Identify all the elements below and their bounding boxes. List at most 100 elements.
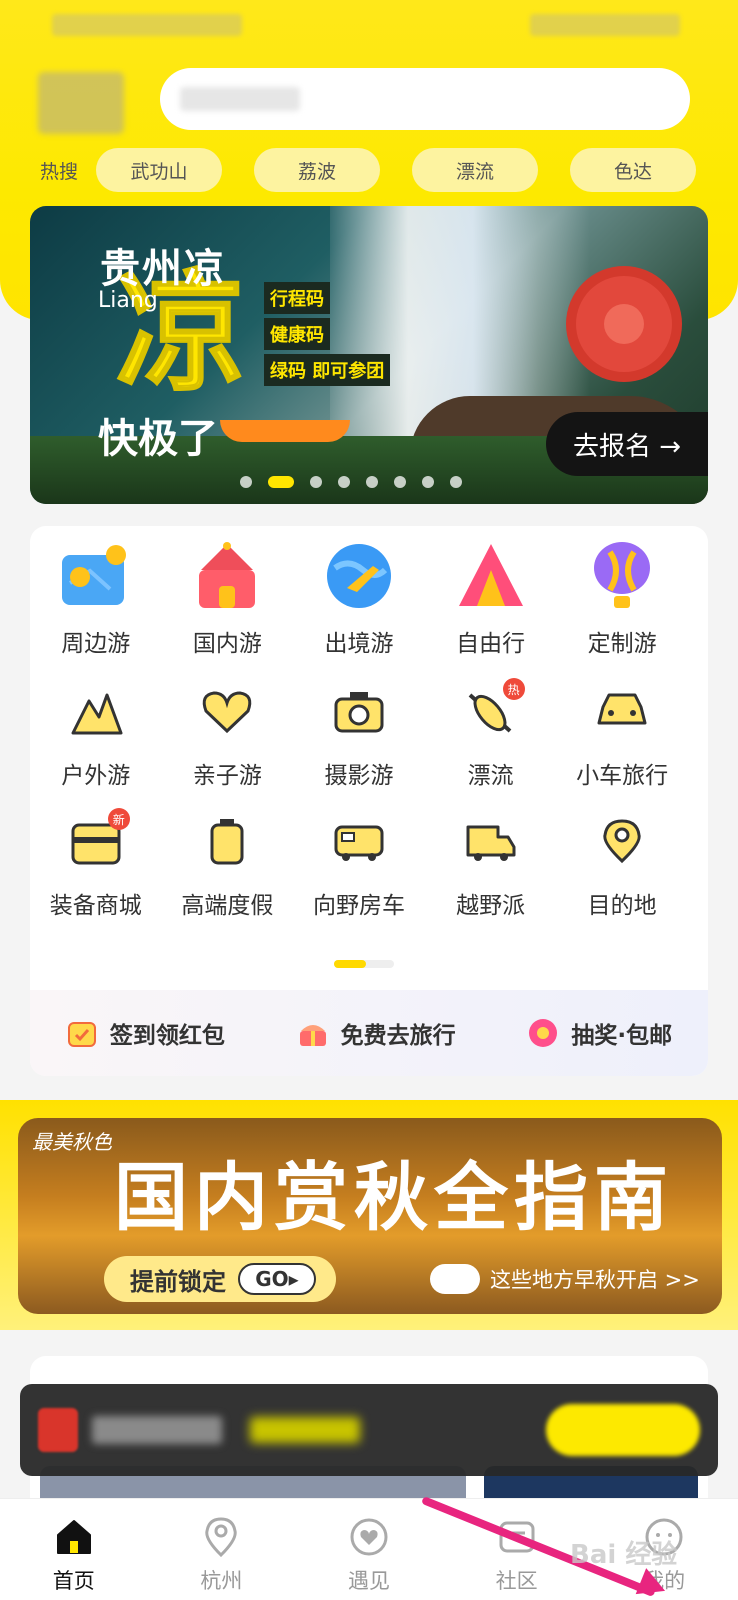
category-label: 户外游 bbox=[61, 763, 131, 789]
carousel-dot[interactable] bbox=[394, 476, 406, 488]
promo-lottery[interactable]: 抽奖·包邮 bbox=[527, 1016, 672, 1050]
category-label: 周边游 bbox=[61, 631, 131, 657]
category-label: 越野派 bbox=[456, 893, 526, 919]
tent-icon bbox=[453, 538, 529, 614]
suitcase-icon bbox=[199, 814, 255, 870]
nav-meet[interactable]: 遇见 bbox=[295, 1499, 443, 1600]
kayak-icon: 热 bbox=[463, 678, 525, 740]
hot-badge: 热 bbox=[502, 678, 525, 700]
category-item[interactable]: 出境游 bbox=[293, 538, 425, 668]
category-label: 目的地 bbox=[587, 893, 657, 919]
search-input[interactable] bbox=[160, 68, 690, 130]
signup-button[interactable]: 去报名 → bbox=[546, 412, 708, 476]
category-item[interactable]: 高端度假 bbox=[162, 798, 294, 928]
banner-tag: 健康码 bbox=[264, 318, 330, 350]
pagoda-icon bbox=[189, 538, 265, 614]
category-item[interactable]: 定制游 bbox=[556, 538, 688, 668]
category-label: 漂流 bbox=[467, 763, 514, 789]
car-icon bbox=[594, 684, 650, 740]
carousel-dot[interactable] bbox=[338, 476, 350, 488]
lock-early-label: 提前锁定 bbox=[130, 1267, 226, 1296]
promo-checkin[interactable]: 签到领红包 bbox=[66, 1016, 225, 1050]
category-item[interactable]: 亲子游 bbox=[162, 668, 294, 798]
category-item[interactable]: 小车旅行 bbox=[556, 668, 688, 798]
autumn-banner[interactable]: 最美秋色 国内赏秋全指南 提前锁定 GO▸ 这些地方早秋开启 >> bbox=[18, 1118, 722, 1314]
carousel-dots bbox=[240, 476, 478, 488]
nav-home[interactable]: 首页 bbox=[0, 1499, 148, 1600]
category-label: 定制游 bbox=[587, 631, 657, 657]
banner-tag: 行程码 bbox=[264, 282, 330, 314]
banner-tagline: 快极了 bbox=[98, 416, 218, 462]
backpack-icon: 新 bbox=[68, 808, 130, 870]
nav-label: 社区 bbox=[495, 1569, 538, 1593]
gift-icon bbox=[38, 1408, 78, 1452]
category-label: 高端度假 bbox=[181, 893, 274, 919]
carousel-dot[interactable] bbox=[240, 476, 252, 488]
category-item[interactable]: 自由行 bbox=[425, 538, 557, 668]
toast-text-blurred bbox=[92, 1416, 222, 1444]
category-item[interactable]: 热 漂流 bbox=[425, 668, 557, 798]
category-item[interactable]: 国内游 bbox=[162, 538, 294, 668]
hot-search-chip[interactable]: 武功山 bbox=[96, 148, 222, 192]
toast-action-button[interactable] bbox=[546, 1404, 700, 1456]
hot-search-chip[interactable]: 色达 bbox=[570, 148, 696, 192]
category-item[interactable]: 户外游 bbox=[30, 668, 162, 798]
nav-label: 杭州 bbox=[200, 1569, 243, 1593]
carousel-dot[interactable] bbox=[422, 476, 434, 488]
promo-label: 免费去旅行 bbox=[340, 1023, 456, 1049]
autumn-title: 国内赏秋全指南 bbox=[114, 1155, 674, 1241]
camera-icon bbox=[331, 684, 387, 740]
banner-title: 贵州凉 bbox=[100, 246, 226, 292]
category-label: 自由行 bbox=[456, 631, 526, 657]
category-label: 向野房车 bbox=[312, 893, 405, 919]
category-card: 周边游 国内游 出境游 自由行 定制游 户外游 亲子游 摄影游 热 漂流 小车旅… bbox=[30, 526, 708, 1076]
hot-search-chip[interactable]: 荔波 bbox=[254, 148, 380, 192]
status-bar-right-blurred bbox=[530, 14, 680, 36]
autumn-link[interactable]: 这些地方早秋开启 >> bbox=[430, 1264, 700, 1294]
autumn-link-text: 这些地方早秋开启 >> bbox=[490, 1268, 700, 1292]
hot-search-label: 热搜 bbox=[40, 160, 79, 183]
mountain-icon bbox=[68, 684, 124, 740]
gift-box-icon bbox=[299, 1025, 326, 1046]
nav-city[interactable]: 杭州 bbox=[148, 1499, 296, 1600]
hot-search-chip[interactable]: 漂流 bbox=[412, 148, 538, 192]
carousel-dot-active[interactable] bbox=[268, 476, 294, 488]
hot-air-balloon-icon bbox=[584, 538, 660, 614]
category-page-indicator bbox=[334, 960, 394, 968]
category-item[interactable]: 向野房车 bbox=[293, 798, 425, 928]
calendar-check-icon bbox=[67, 1022, 96, 1047]
carousel-dot[interactable] bbox=[366, 476, 378, 488]
carousel-dot[interactable] bbox=[310, 476, 322, 488]
hot-search-row: 热搜 武功山 荔波 漂流 色达 bbox=[40, 148, 700, 192]
category-label: 亲子游 bbox=[192, 763, 262, 789]
toast-highlight-blurred bbox=[250, 1417, 360, 1443]
category-label: 装备商城 bbox=[49, 893, 142, 919]
location-selector[interactable] bbox=[38, 72, 124, 134]
promo-free-travel[interactable]: 免费去旅行 bbox=[297, 1016, 456, 1050]
search-placeholder-blurred bbox=[180, 87, 300, 111]
truck-icon bbox=[463, 814, 519, 870]
category-label: 国内游 bbox=[192, 631, 262, 657]
notification-toast[interactable] bbox=[20, 1384, 718, 1476]
new-badge: 新 bbox=[107, 808, 130, 830]
home-icon bbox=[52, 1515, 96, 1559]
watermark: Bai 经验 bbox=[570, 1540, 678, 1570]
flower-center bbox=[604, 304, 644, 344]
boat-illustration bbox=[220, 420, 350, 442]
lock-early-button[interactable]: 提前锁定 GO▸ bbox=[104, 1256, 336, 1302]
category-item[interactable]: 新 装备商城 bbox=[30, 798, 162, 928]
category-item[interactable]: 目的地 bbox=[556, 798, 688, 928]
location-pin-icon bbox=[199, 1515, 243, 1559]
category-row: 周边游 国内游 出境游 自由行 定制游 bbox=[30, 538, 708, 668]
category-label: 出境游 bbox=[324, 631, 394, 657]
globe-plane-icon bbox=[321, 538, 397, 614]
promo-banner[interactable]: 凉 贵州凉 Liang 快极了 行程码 健康码 绿码 即可参团 去报名 → bbox=[30, 206, 708, 504]
banner-subtitle: Liang bbox=[98, 288, 158, 313]
category-item[interactable]: 周边游 bbox=[30, 538, 162, 668]
category-item[interactable]: 越野派 bbox=[425, 798, 557, 928]
category-item[interactable]: 摄影游 bbox=[293, 668, 425, 798]
promo-label: 抽奖·包邮 bbox=[571, 1023, 673, 1049]
promo-row: 签到领红包 免费去旅行 抽奖·包邮 bbox=[30, 990, 708, 1076]
carousel-dot[interactable] bbox=[450, 476, 462, 488]
banner-tag: 绿码 即可参团 bbox=[264, 354, 391, 386]
